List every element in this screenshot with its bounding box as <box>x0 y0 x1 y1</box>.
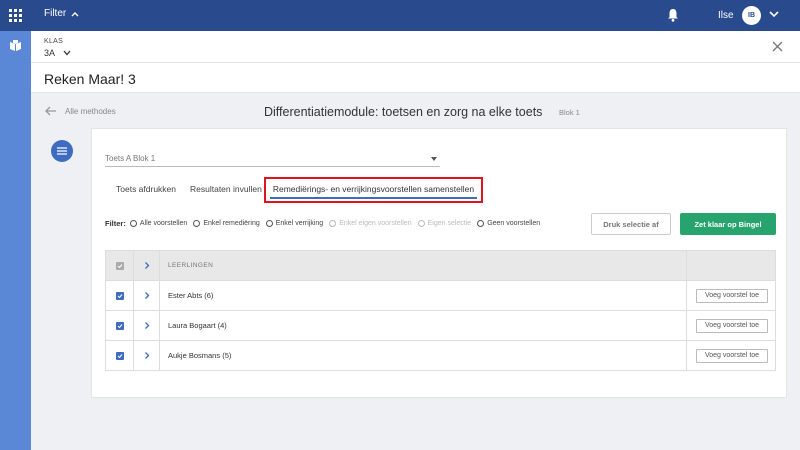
filter-option-label: Enkel verrijking <box>275 220 324 227</box>
row-expand-button[interactable] <box>134 311 160 340</box>
blok-label: Blok 1 <box>559 108 580 117</box>
arrow-left-icon <box>45 106 56 116</box>
row-action-cell: Voeg voorstel toe <box>686 311 777 340</box>
students-table: LEERLINGEN Ester Abts (6) Voeg voorstel … <box>105 250 776 371</box>
bell-icon[interactable] <box>667 8 679 22</box>
filter-option-verrijking[interactable]: Enkel verrijking <box>265 220 324 227</box>
filter-option-remediering[interactable]: Enkel remediëring <box>193 220 260 227</box>
filter-toggle-label: Filter <box>44 8 67 19</box>
radio-icon <box>477 220 485 227</box>
caret-down-icon <box>431 157 437 161</box>
chevron-right-icon <box>144 262 149 269</box>
row-expand-button[interactable] <box>134 281 160 310</box>
chevron-up-icon <box>71 11 79 16</box>
row-expand-button[interactable] <box>134 341 160 370</box>
title-bar: Reken Maar! 3 <box>31 63 800 93</box>
class-bar: KLAS 3A <box>31 31 800 63</box>
filter-option-alle[interactable]: Alle voorstellen <box>129 220 188 227</box>
select-all-checkbox[interactable] <box>106 251 134 280</box>
apps-grid-button[interactable] <box>0 0 31 31</box>
page-title: Differentiatiemodule: toetsen en zorg na… <box>264 105 543 119</box>
chevron-down-icon <box>63 50 71 56</box>
filter-toggle[interactable]: Filter <box>44 8 79 19</box>
test-select[interactable]: Toets A Blok 1 <box>105 151 440 167</box>
class-value: 3A <box>44 48 56 58</box>
close-icon[interactable] <box>772 41 783 52</box>
tab-toets-afdrukken[interactable]: Toets afdrukken <box>116 184 176 194</box>
apps-grid-icon <box>9 9 22 22</box>
hamburger-icon <box>57 147 67 155</box>
filter-option-label: Geen voorstellen <box>487 220 541 227</box>
column-header-leerlingen: LEERLINGEN <box>168 262 214 269</box>
left-rail <box>0 0 31 450</box>
table-row: Laura Bogaart (4) Voeg voorstel toe <box>106 311 775 341</box>
class-selector[interactable]: 3A <box>44 48 71 58</box>
student-name: Ester Abts (6) <box>168 291 214 300</box>
menu-button[interactable] <box>51 140 73 162</box>
student-name: Laura Bogaart (4) <box>168 321 227 330</box>
table-row: Aukje Bosmans (5) Voeg voorstel toe <box>106 341 775 371</box>
student-name: Aukje Bosmans (5) <box>168 351 232 360</box>
row-checkbox[interactable] <box>106 281 134 310</box>
filter-option-label: Enkel eigen voorstellen <box>339 220 412 227</box>
table-header-row: LEERLINGEN <box>106 251 775 281</box>
radio-icon <box>193 220 201 227</box>
checkbox-icon <box>115 321 124 330</box>
user-name[interactable]: Ilse <box>718 10 734 21</box>
checkbox-icon <box>115 261 124 270</box>
column-header-action <box>686 251 777 280</box>
add-proposal-button[interactable]: Voeg voorstel toe <box>695 288 769 303</box>
main-card: Toets A Blok 1 Toets afdrukken Resultate… <box>91 128 787 398</box>
radio-icon <box>265 220 273 227</box>
checkbox-icon <box>115 351 124 360</box>
top-bar: Filter Ilse IB <box>31 0 800 31</box>
filter-option-geen[interactable]: Geen voorstellen <box>477 220 540 227</box>
chevron-right-icon <box>144 292 149 299</box>
filter-option-label: Eigen selectie <box>427 220 472 227</box>
radio-icon <box>329 220 337 227</box>
tab-resultaten-invullen[interactable]: Resultaten invullen <box>190 184 262 194</box>
filter-option-eigen-selectie: Eigen selectie <box>417 220 472 227</box>
filter-option-eigen-voorstellen: Enkel eigen voorstellen <box>329 220 412 227</box>
tab-voorstellen-label: Remediërings- en verrijkingsvoorstellen … <box>272 184 475 194</box>
table-row: Ester Abts (6) Voeg voorstel toe <box>106 281 775 311</box>
row-action-cell: Voeg voorstel toe <box>686 341 777 370</box>
filter-label: Filter: <box>105 219 126 228</box>
app-title: Reken Maar! 3 <box>44 71 136 87</box>
expand-all-button[interactable] <box>134 251 160 280</box>
add-proposal-button[interactable]: Voeg voorstel toe <box>695 348 769 363</box>
chevron-down-icon[interactable] <box>769 10 779 18</box>
radio-icon <box>129 220 137 227</box>
chevron-right-icon <box>144 322 149 329</box>
row-checkbox[interactable] <box>106 311 134 340</box>
book-icon[interactable] <box>9 40 22 52</box>
add-proposal-button[interactable]: Voeg voorstel toe <box>695 318 769 333</box>
active-tab-indicator <box>270 197 477 199</box>
avatar[interactable]: IB <box>742 6 761 25</box>
filter-option-label: Enkel remediëring <box>203 220 260 227</box>
ready-bingel-button[interactable]: Zet klaar op Bingel <box>680 213 776 235</box>
tab-voorstellen-samenstellen[interactable]: Remediërings- en verrijkingsvoorstellen … <box>264 177 483 203</box>
radio-icon <box>417 220 425 227</box>
print-selection-button[interactable]: Druk selectie af <box>591 213 671 235</box>
row-checkbox[interactable] <box>106 341 134 370</box>
checkbox-icon <box>115 291 124 300</box>
class-label: KLAS <box>44 38 64 45</box>
filter-option-label: Alle voorstellen <box>139 220 188 227</box>
test-select-value: Toets A Blok 1 <box>105 154 156 163</box>
row-action-cell: Voeg voorstel toe <box>686 281 777 310</box>
filter-bar: Filter: Alle voorstellen Enkel remediëri… <box>105 219 546 228</box>
back-link-label: Alle methodes <box>65 106 116 116</box>
back-link[interactable]: Alle methodes <box>45 106 116 116</box>
chevron-right-icon <box>144 352 149 359</box>
